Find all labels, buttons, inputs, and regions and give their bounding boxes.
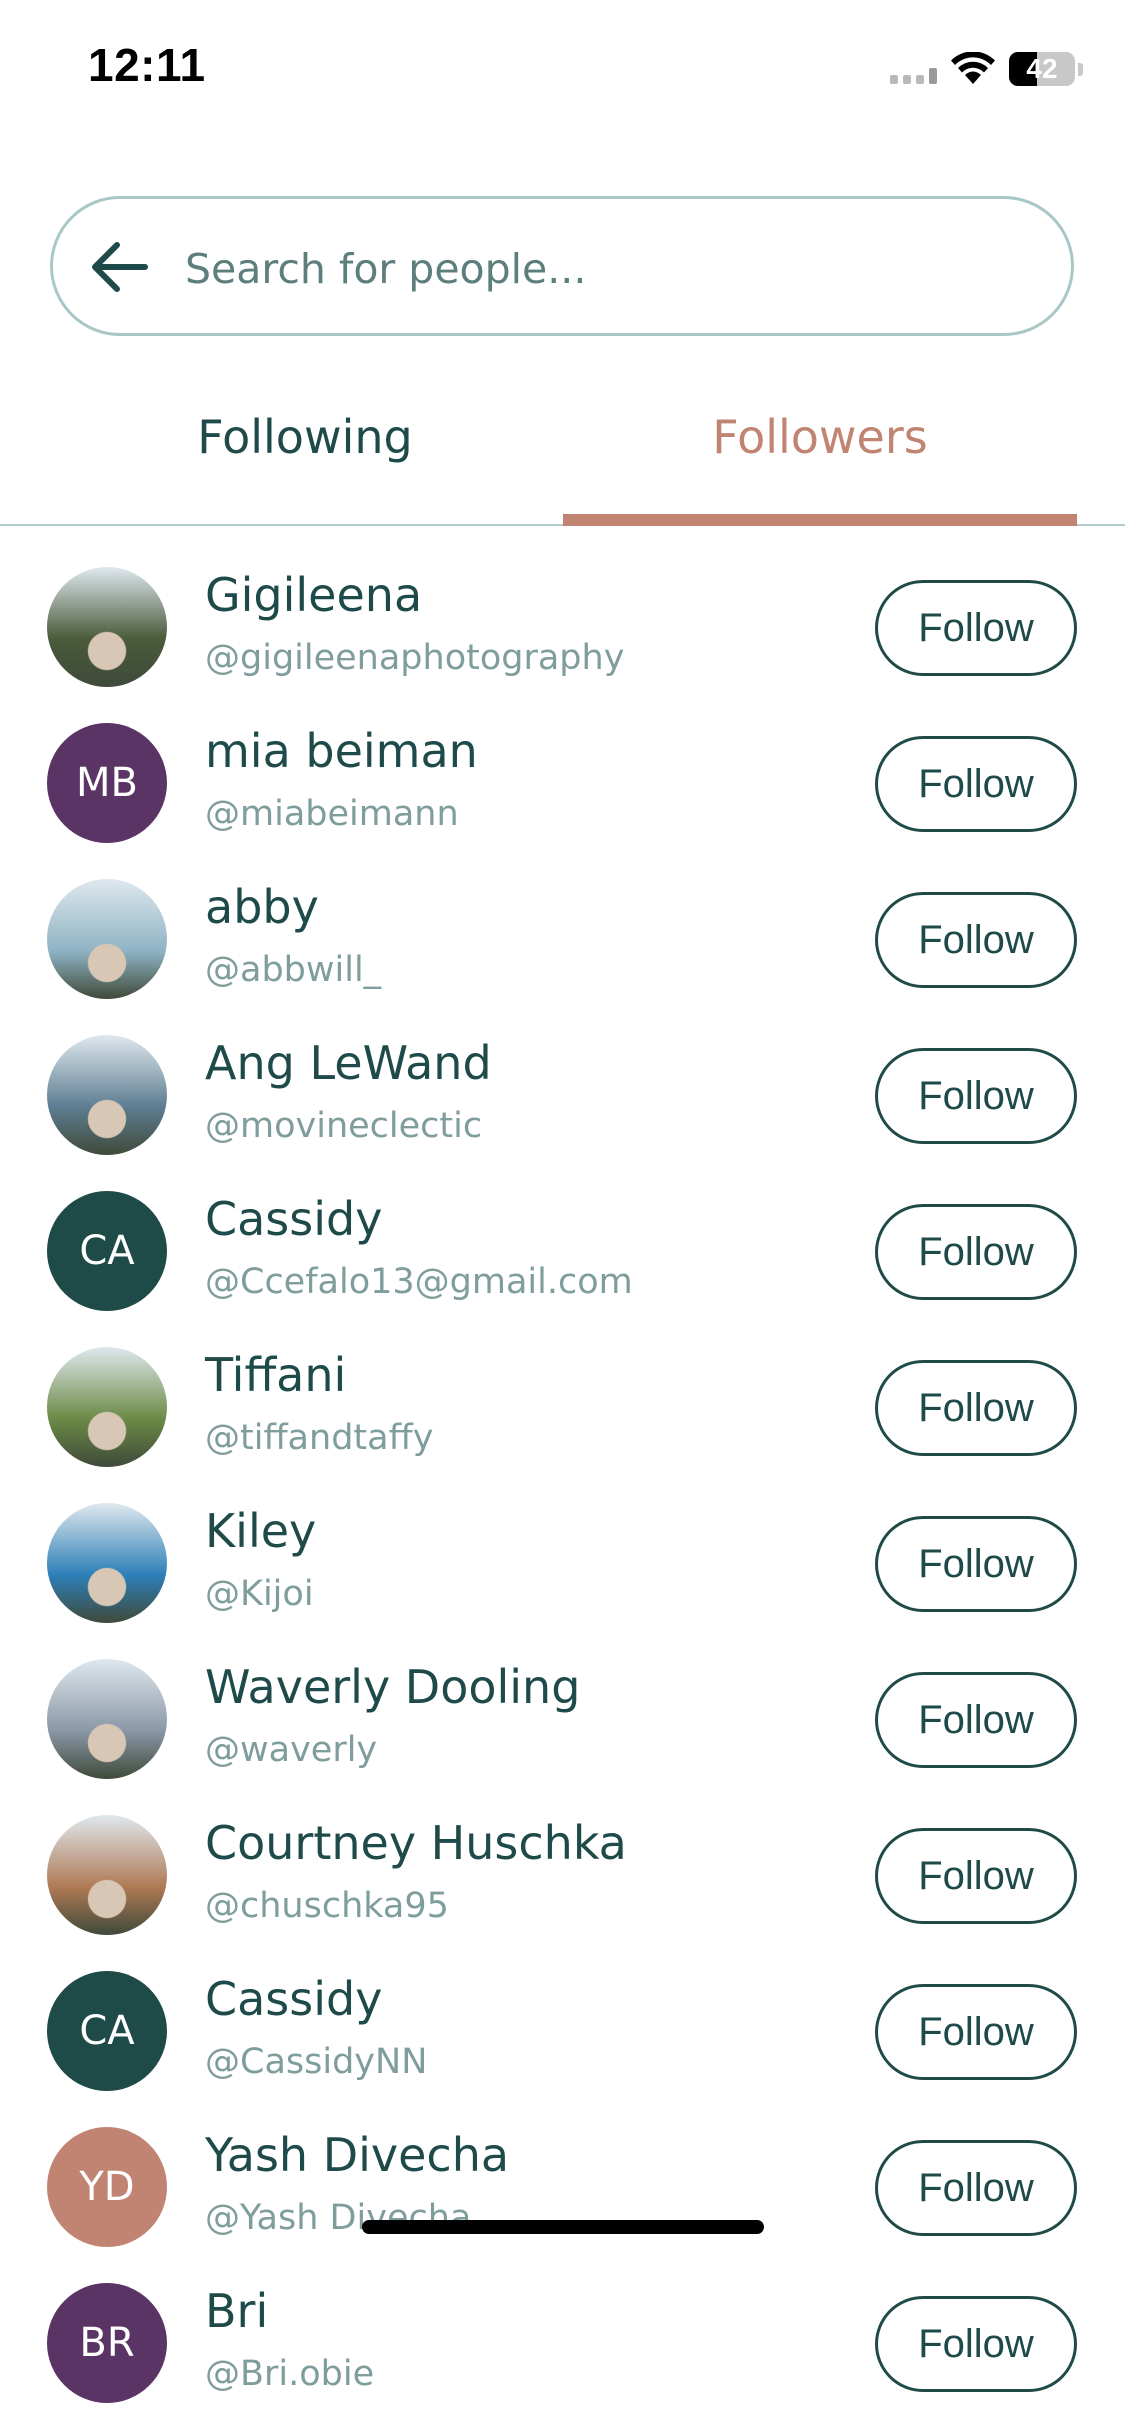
follower-handle: @movineclectic (205, 1106, 483, 1146)
follower-name[interactable]: Cassidy (205, 1192, 382, 1246)
follower-row[interactable]: Courtney Huschka @chuschka95 Follow (0, 1778, 1125, 1935)
follower-name[interactable]: Cassidy (205, 1972, 382, 2026)
follower-name[interactable]: abby (205, 880, 319, 934)
follow-button[interactable]: Follow (875, 1828, 1077, 1924)
avatar[interactable] (47, 1035, 167, 1155)
follower-name[interactable]: Gigileena (205, 568, 422, 622)
active-tab-indicator (563, 514, 1077, 526)
avatar[interactable]: YD (47, 2127, 167, 2247)
follow-button[interactable]: Follow (875, 892, 1077, 988)
follow-button[interactable]: Follow (875, 1048, 1077, 1144)
follower-row[interactable]: Ang LeWand @movineclectic Follow (0, 998, 1125, 1155)
follower-handle: @Ccefalo13@gmail.com (205, 1262, 633, 1302)
avatar[interactable]: MB (47, 723, 167, 843)
follow-button[interactable]: Follow (875, 1204, 1077, 1300)
avatar[interactable] (47, 567, 167, 687)
follower-row[interactable]: abby @abbwill_ Follow (0, 842, 1125, 999)
follower-row[interactable]: Waverly Dooling @waverly Follow (0, 1622, 1125, 1779)
tab-followers[interactable]: Followers (563, 390, 1077, 522)
avatar[interactable]: CA (47, 1971, 167, 2091)
search-input[interactable] (185, 229, 1045, 309)
cellular-signal-icon (890, 54, 937, 84)
follower-handle: @waverly (205, 1730, 378, 1770)
tab-bar: Following Followers (0, 390, 1125, 526)
follower-handle: @tiffandtaffy (205, 1418, 434, 1458)
follow-button[interactable]: Follow (875, 1984, 1077, 2080)
follow-button[interactable]: Follow (875, 2140, 1077, 2236)
follower-row[interactable]: MB mia beiman @miabeimann Follow (0, 686, 1125, 843)
status-time: 12:11 (88, 39, 206, 91)
follower-name[interactable]: Courtney Huschka (205, 1816, 627, 1870)
avatar[interactable] (47, 1815, 167, 1935)
follow-button[interactable]: Follow (875, 580, 1077, 676)
follower-name[interactable]: Waverly Dooling (205, 1660, 580, 1714)
follower-name[interactable]: Yash Divecha (205, 2128, 509, 2182)
follower-row[interactable]: CA Cassidy @Ccefalo13@gmail.com Follow (0, 1154, 1125, 1311)
avatar[interactable] (47, 879, 167, 999)
follow-button[interactable]: Follow (875, 2296, 1077, 2392)
back-arrow-icon[interactable] (89, 239, 149, 295)
avatar[interactable] (47, 1347, 167, 1467)
follower-row[interactable]: BR Bri @Bri.obie Follow (0, 2246, 1125, 2403)
follow-button[interactable]: Follow (875, 1672, 1077, 1768)
follower-handle: @gigileenaphotography (205, 638, 625, 678)
follower-handle: @abbwill_ (205, 950, 382, 990)
follower-name[interactable]: Ang LeWand (205, 1036, 492, 1090)
avatar[interactable] (47, 1659, 167, 1779)
status-icons: 42 (890, 48, 1083, 90)
status-bar: 12:11 42 (0, 0, 1125, 140)
avatar[interactable]: BR (47, 2283, 167, 2403)
battery-percent: 42 (1026, 53, 1058, 84)
wifi-icon (951, 52, 995, 84)
follower-name[interactable]: Bri (205, 2284, 268, 2338)
avatar[interactable]: CA (47, 1191, 167, 1311)
follower-row[interactable]: Gigileena @gigileenaphotography Follow (0, 530, 1125, 687)
home-indicator[interactable] (362, 2220, 764, 2234)
battery-cap (1078, 62, 1083, 76)
follower-row[interactable]: Tiffani @tiffandtaffy Follow (0, 1310, 1125, 1467)
follow-button[interactable]: Follow (875, 1516, 1077, 1612)
follower-row[interactable]: CA Cassidy @CassidyNN Follow (0, 1934, 1125, 2091)
follower-handle: @Bri.obie (205, 2354, 375, 2394)
follower-handle: @miabeimann (205, 794, 459, 834)
follower-name[interactable]: Kiley (205, 1504, 316, 1558)
battery-icon: 42 (1009, 52, 1075, 86)
follower-handle: @Kijoi (205, 1574, 314, 1614)
follower-row[interactable]: Kiley @Kijoi Follow (0, 1466, 1125, 1623)
tab-following[interactable]: Following (100, 390, 510, 522)
follower-handle: @CassidyNN (205, 2042, 428, 2082)
follower-name[interactable]: mia beiman (205, 724, 478, 778)
avatar[interactable] (47, 1503, 167, 1623)
search-bar[interactable] (50, 196, 1074, 336)
follow-button[interactable]: Follow (875, 1360, 1077, 1456)
follower-handle: @chuschka95 (205, 1886, 449, 1926)
follow-button[interactable]: Follow (875, 736, 1077, 832)
follower-name[interactable]: Tiffani (205, 1348, 346, 1402)
